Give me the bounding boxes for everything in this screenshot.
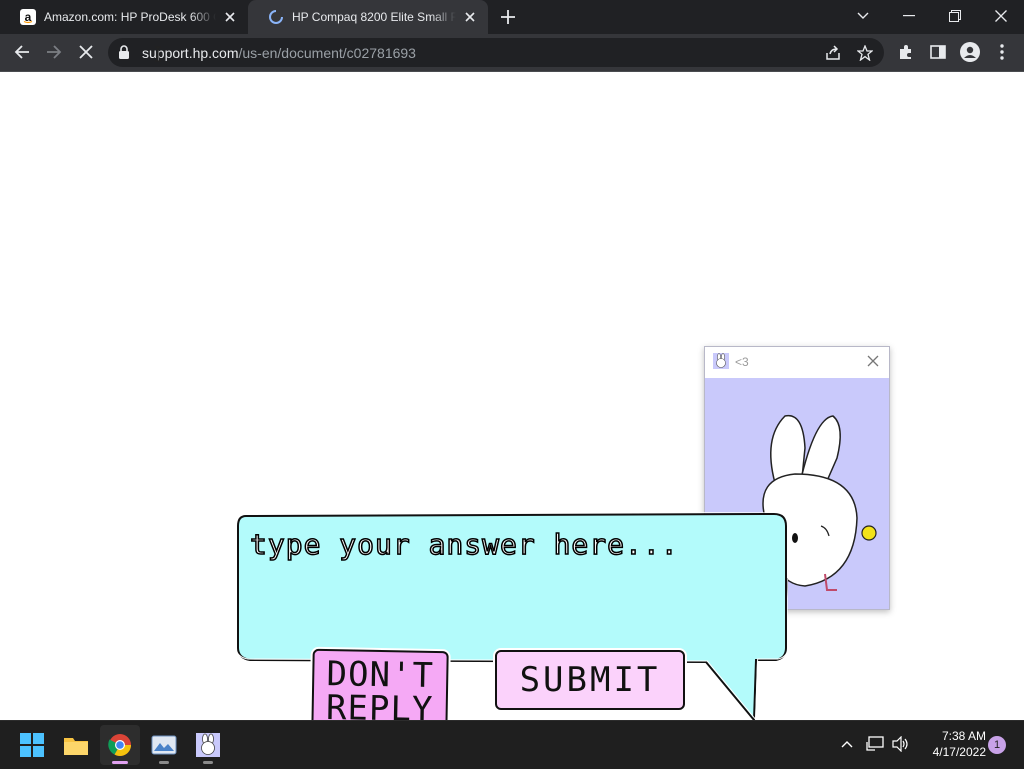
start-icon[interactable]	[12, 725, 52, 765]
url-text: support.hp.com/us-en/document/c02781693	[142, 45, 416, 61]
submit-label: SUBMIT	[519, 660, 661, 700]
popup-title: <3	[735, 355, 749, 369]
file-explorer-icon[interactable]	[56, 725, 96, 765]
forward-icon[interactable]	[40, 38, 68, 66]
show-hidden-icons-chevron-icon[interactable]	[836, 733, 858, 755]
running-app-indicator	[159, 761, 169, 764]
bunny-icon	[713, 353, 729, 369]
tab-title: Amazon.com: HP ProDesk 600 G	[44, 10, 216, 24]
more-menu-icon[interactable]	[988, 38, 1016, 66]
tab-search-chevron-icon[interactable]	[840, 0, 886, 32]
new-tab-icon[interactable]	[498, 8, 518, 26]
popup-title-bar[interactable]: <3	[705, 347, 889, 377]
active-app-indicator	[112, 761, 128, 764]
stop-loading-icon[interactable]	[72, 38, 100, 66]
close-window-icon[interactable]	[978, 0, 1024, 32]
tab-title: HP Compaq 8200 Elite Small Form	[292, 10, 456, 24]
network-icon[interactable]	[864, 733, 886, 755]
notification-badge[interactable]: 1	[988, 736, 1006, 754]
url-path: /us-en/document/c02781693	[238, 45, 416, 61]
chrome-icon[interactable]	[100, 725, 140, 765]
taskbar	[0, 720, 1024, 769]
close-tab-icon[interactable]	[222, 9, 238, 25]
running-app-indicator	[203, 761, 213, 764]
lock-icon[interactable]	[118, 44, 130, 65]
close-popup-icon[interactable]	[865, 353, 881, 369]
minimize-icon[interactable]	[886, 0, 932, 32]
taskbar-clock[interactable]: 7:38 AM 4/17/2022	[916, 728, 986, 760]
tab-amazon[interactable]: a Amazon.com: HP ProDesk 600 G	[0, 0, 248, 34]
submit-button[interactable]: SUBMIT	[495, 650, 685, 710]
close-tab-icon[interactable]	[462, 9, 478, 25]
profile-avatar-icon[interactable]	[956, 38, 984, 66]
photos-icon[interactable]	[144, 725, 184, 765]
dont-reply-label: DON'T REPLY	[325, 654, 435, 730]
clock-date: 4/17/2022	[932, 745, 986, 759]
back-icon[interactable]	[8, 38, 36, 66]
side-panel-icon[interactable]	[924, 38, 952, 66]
address-bar[interactable]: support.hp.com/us-en/document/c02781693	[108, 38, 884, 67]
tab-hp-compaq[interactable]: HP Compaq 8200 Elite Small Form	[248, 0, 488, 34]
answer-input[interactable]	[248, 526, 772, 562]
browser-tab-strip: a Amazon.com: HP ProDesk 600 G HP Compaq…	[0, 0, 1024, 34]
loading-spinner-icon	[268, 9, 284, 25]
i-beam-cursor-icon	[154, 46, 162, 67]
amazon-icon: a	[20, 9, 36, 25]
clock-time: 7:38 AM	[941, 729, 986, 743]
share-icon[interactable]	[822, 42, 844, 64]
bookmark-star-icon[interactable]	[854, 42, 876, 64]
bunny-app-icon[interactable]	[188, 725, 228, 765]
volume-icon[interactable]	[890, 733, 912, 755]
extensions-icon[interactable]	[892, 38, 920, 66]
restore-icon[interactable]	[932, 0, 978, 32]
